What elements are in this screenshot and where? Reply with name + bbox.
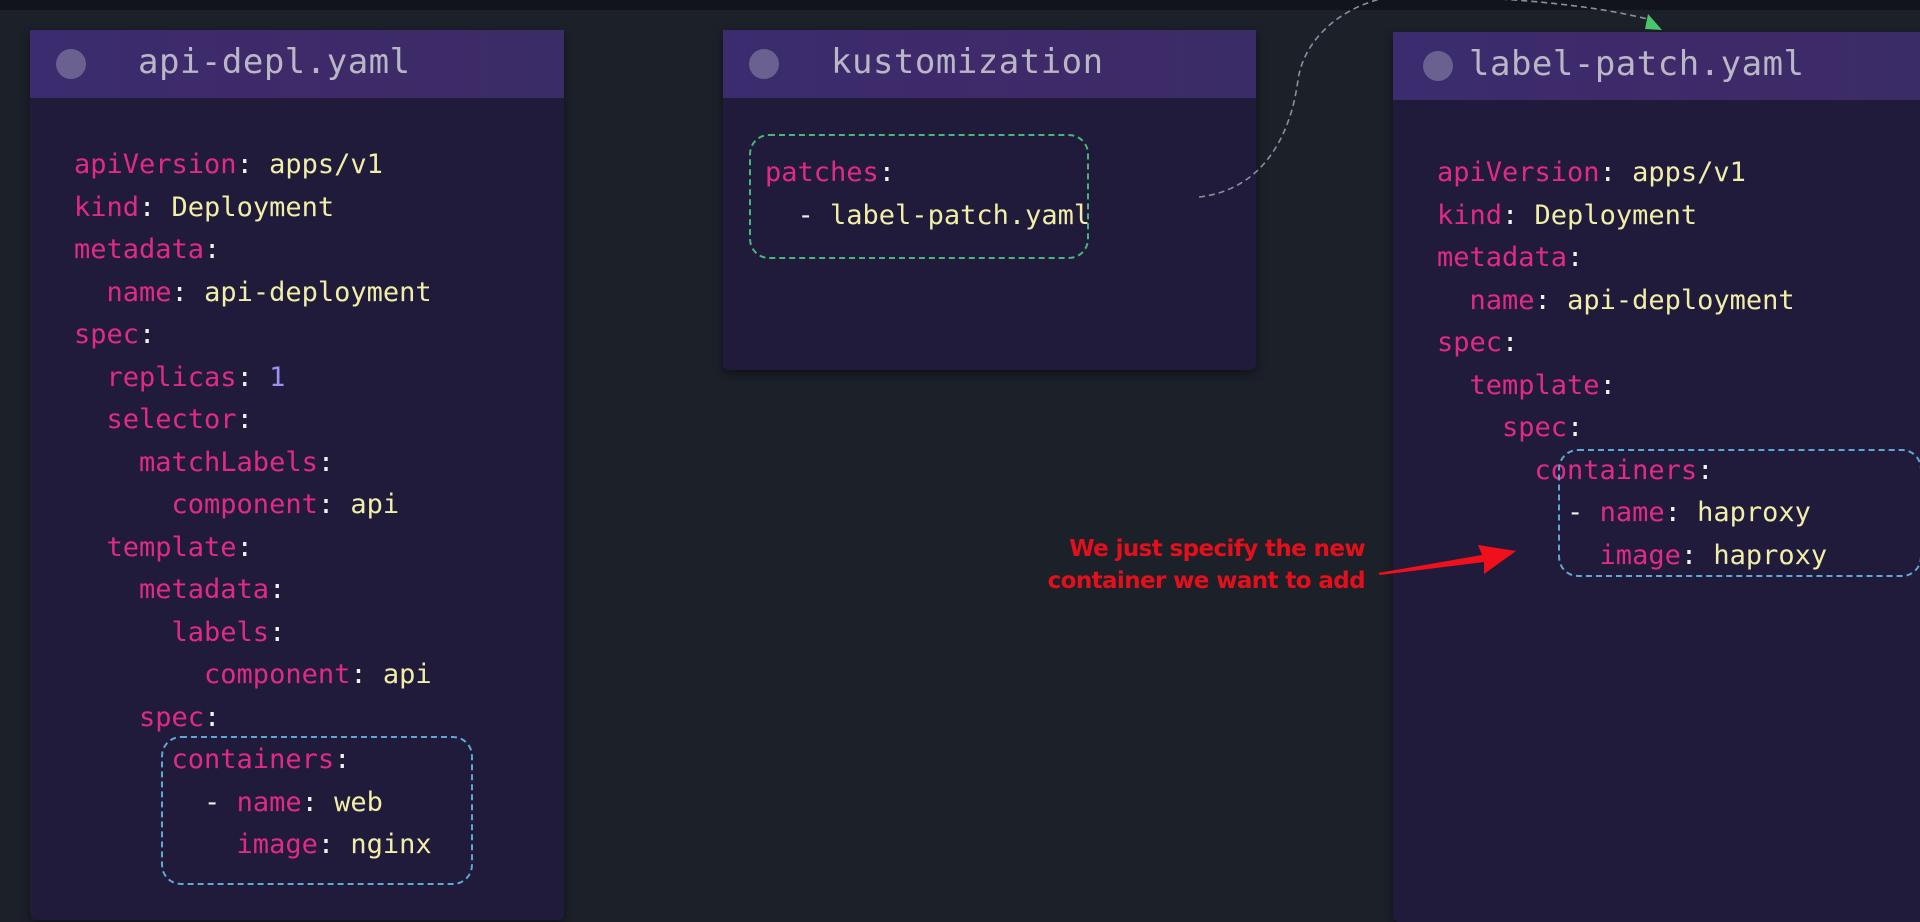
yaml-value: api-deployment	[204, 276, 432, 308]
top-edge	[0, 0, 1920, 10]
yaml-punct: :	[1502, 327, 1519, 358]
panel-header: api-depl.yaml	[30, 30, 564, 98]
yaml-punct: :	[236, 404, 253, 435]
yaml-key: name	[1437, 284, 1535, 316]
code-line: replicas: 1	[74, 357, 432, 400]
yaml-punct: :	[350, 659, 383, 690]
yaml-punct: :	[204, 234, 221, 265]
yaml-punct: :	[1599, 369, 1616, 401]
panel-title: api-depl.yaml	[138, 42, 411, 82]
annotation-line-1: We just specify the new	[1069, 536, 1365, 562]
code-line: component: api	[74, 654, 432, 697]
yaml-key: apiVersion	[74, 149, 237, 180]
annotation-line-2: container we want to add	[1047, 568, 1366, 594]
yaml-key: component	[74, 489, 318, 520]
code-line: spec:	[74, 697, 432, 740]
yaml-punct: :	[139, 319, 156, 350]
code-line: kind: Deployment	[74, 187, 432, 230]
yaml-key: component	[74, 659, 351, 690]
panel-title: label-patch.yaml	[1469, 44, 1805, 84]
code-line: template:	[1437, 365, 1827, 408]
yaml-key: name	[74, 276, 172, 308]
patches-highlight	[749, 134, 1089, 259]
code-line: kind: Deployment	[1437, 195, 1827, 238]
code-line: component: api	[74, 484, 432, 527]
file-dot-icon	[56, 49, 86, 79]
code-line: apiVersion: apps/v1	[74, 144, 432, 187]
yaml-key: metadata	[74, 234, 205, 265]
code-line: spec:	[74, 314, 432, 357]
containers-highlight	[161, 736, 473, 885]
yaml-value: api	[350, 489, 400, 520]
file-dot-icon	[749, 49, 779, 79]
yaml-punct: :	[1567, 412, 1584, 443]
code-line: matchLabels:	[74, 442, 432, 485]
yaml-key: replicas	[74, 361, 237, 393]
code-line: name: api-deployment	[74, 272, 432, 315]
yaml-key: spec	[74, 319, 140, 350]
panel-title: kustomization	[831, 42, 1104, 82]
yaml-key: apiVersion	[1437, 157, 1600, 188]
code-line: metadata:	[1437, 237, 1827, 280]
code-line: metadata:	[74, 229, 432, 272]
yaml-punct: :	[269, 574, 286, 605]
code-line: selector:	[74, 399, 432, 442]
yaml-punct: :	[1567, 242, 1584, 273]
code-line: template:	[74, 527, 432, 570]
annotation-text: We just specify the new container we wan…	[945, 533, 1366, 597]
yaml-value: apps/v1	[269, 149, 383, 180]
yaml-key: labels	[74, 616, 270, 648]
yaml-key: metadata	[1437, 242, 1568, 273]
file-panel-kustomization: kustomization patches: - label-patch.yam…	[723, 30, 1256, 370]
yaml-punct: :	[317, 489, 351, 520]
yaml-value: api-deployment	[1567, 284, 1795, 316]
yaml-key: spec	[1437, 412, 1568, 443]
connector-arrowhead-icon	[1645, 14, 1662, 30]
yaml-key: kind	[1437, 199, 1503, 231]
code-line: labels:	[74, 612, 432, 655]
yaml-punct: :	[171, 276, 205, 308]
file-dot-icon	[1423, 51, 1453, 81]
yaml-punct: :	[236, 149, 270, 180]
yaml-punct: :	[139, 191, 172, 223]
yaml-value: Deployment	[171, 191, 335, 223]
yaml-punct: :	[1502, 199, 1535, 231]
yaml-punct: :	[269, 616, 286, 648]
panel-header: label-patch.yaml	[1393, 32, 1920, 100]
yaml-key: spec	[1437, 327, 1503, 358]
yaml-value: api	[382, 659, 432, 690]
code-line: apiVersion: apps/v1	[1437, 152, 1827, 195]
yaml-key: selector	[74, 404, 237, 435]
yaml-number: 1	[269, 361, 286, 393]
yaml-key: kind	[74, 191, 140, 223]
yaml-key: spec	[74, 701, 205, 733]
code-line: name: api-deployment	[1437, 280, 1827, 323]
yaml-punct: :	[236, 361, 270, 393]
yaml-key: template	[1437, 369, 1600, 401]
yaml-punct: :	[1599, 157, 1633, 188]
yaml-value: Deployment	[1534, 199, 1698, 231]
code-line: spec:	[1437, 322, 1827, 365]
yaml-punct: :	[236, 531, 253, 563]
file-panel-label-patch: label-patch.yaml apiVersion: apps/v1 kind…	[1393, 32, 1920, 922]
yaml-key: template	[74, 531, 237, 563]
panel-header: kustomization	[723, 30, 1256, 98]
yaml-punct: :	[317, 446, 335, 478]
file-panel-api-depl: api-depl.yaml apiVersion: apps/v1 kind: D…	[30, 30, 564, 920]
yaml-punct: :	[204, 701, 221, 733]
yaml-key: matchLabels	[74, 446, 318, 478]
yaml-key: metadata	[74, 574, 270, 605]
code-line: spec:	[1437, 407, 1827, 450]
containers-highlight	[1558, 449, 1920, 577]
yaml-punct: :	[1534, 284, 1568, 316]
yaml-value: apps/v1	[1632, 157, 1746, 188]
code-line: metadata:	[74, 569, 432, 612]
